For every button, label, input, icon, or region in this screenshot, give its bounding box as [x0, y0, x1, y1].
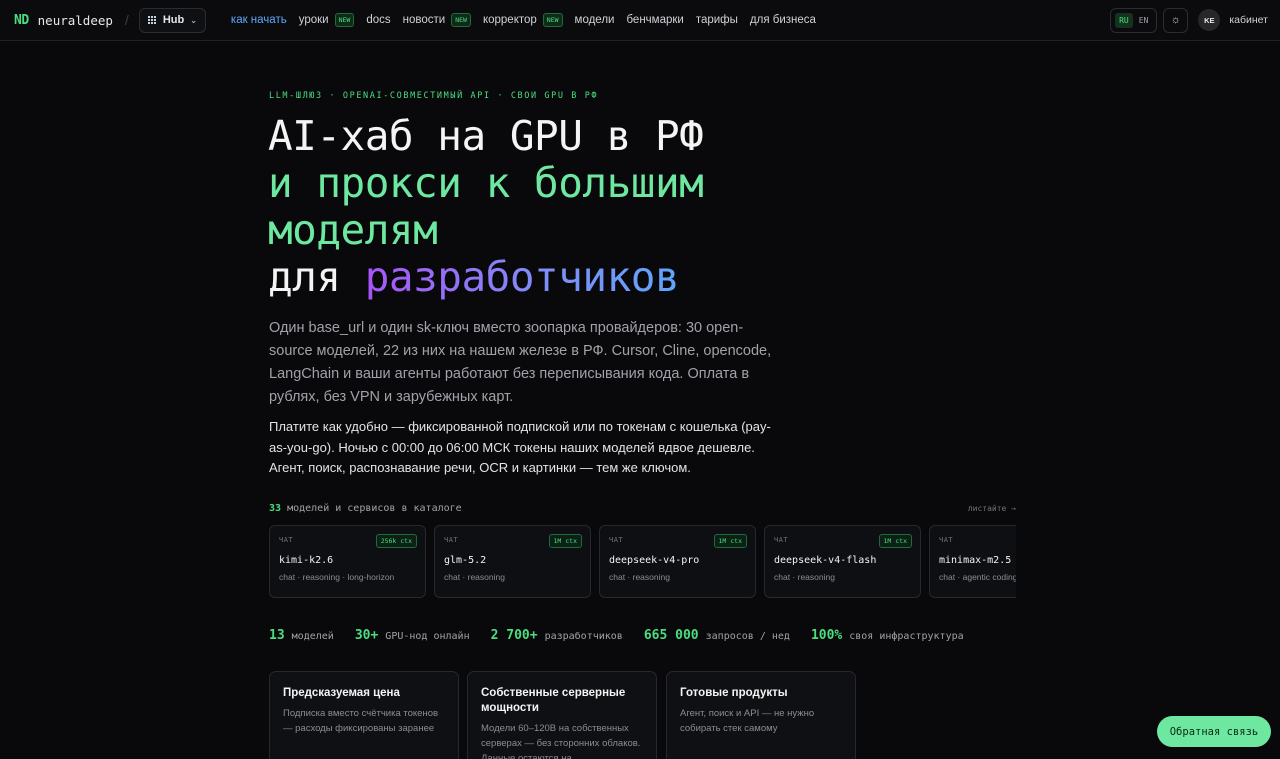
model-kind: ЧАТ — [939, 536, 954, 544]
nav-link-docs[interactable]: docs — [366, 14, 390, 26]
context-badge: 1M ctx — [878, 534, 912, 548]
model-tags: chat · reasoning — [774, 572, 835, 582]
model-tags: chat · reasoning — [609, 572, 670, 582]
feature-title: Готовые продукты — [680, 687, 788, 699]
feature-title: Собственные серверные мощности — [481, 687, 626, 714]
feature-text: Модели 60–120B на собственных серверах —… — [481, 723, 641, 759]
nav-link-news[interactable]: новости NEW — [403, 12, 471, 28]
new-badge: NEW — [334, 12, 355, 28]
main-menu: как начать уроки NEW docs новости NEW корр… — [231, 12, 816, 28]
logo-mark[interactable]: ND — [14, 13, 29, 28]
stat-item: 2 700+ разработчиков — [490, 628, 623, 643]
feature-card: Собственные серверные мощности Модели 60… — [467, 671, 657, 759]
hero-title-line4: для разработчиков — [268, 253, 680, 301]
feature-title: Предсказуемая цена — [283, 687, 400, 699]
catalog-title: 33 моделей и сервисов в каталоге — [269, 503, 462, 514]
nav-link-benchmarks[interactable]: бенчмарки — [626, 14, 683, 26]
model-card[interactable]: ЧАТ 256k ctx kimi-k2.6 chat · reasoning … — [269, 525, 426, 598]
context-badge: 1M ctx — [548, 534, 582, 548]
model-tags: chat · reasoning · long-horizon — [279, 572, 395, 582]
feature-card: Предсказуемая цена Подписка вместо счётч… — [269, 671, 459, 759]
cabinet-link[interactable]: кабинет — [1229, 14, 1268, 26]
nav-link-models[interactable]: модели — [575, 14, 615, 26]
nav-link-lessons[interactable]: уроки NEW — [299, 12, 355, 28]
hero-title: AI-хаб на GPU в РФ и прокси к большим мо… — [268, 112, 704, 301]
nav-right: RU EN ☼ KE кабинет — [1110, 7, 1268, 33]
feature-text: Агент, поиск и API — не нужно собирать с… — [680, 708, 815, 734]
hero-title-line3: моделям — [268, 206, 438, 254]
stats-row: 13 моделей 30+ GPU-нод онлайн 2 700+ разраб… — [269, 628, 985, 643]
lang-en-button[interactable]: EN — [1135, 13, 1153, 28]
model-tags: chat · agentic coding — [939, 572, 1016, 582]
model-carousel[interactable]: ЧАТ 256k ctx kimi-k2.6 chat · reasoning … — [269, 525, 1016, 598]
grid-icon — [147, 15, 157, 25]
logo-text[interactable]: neuraldeep — [38, 13, 113, 28]
model-card[interactable]: ЧАТ 1M ctx deepseek-v4-flash chat · reas… — [764, 525, 921, 598]
hero-title-line2: и прокси к большим — [268, 159, 704, 207]
nav-link-getting-started[interactable]: как начать — [231, 14, 287, 26]
hero-title-gradient: разработчиков — [364, 253, 680, 301]
model-card[interactable]: ЧАТ 1M ctx glm-5.2 chat · reasoning — [434, 525, 591, 598]
stat-item: 30+ GPU-нод онлайн — [354, 628, 470, 643]
context-badge: 1M ctx — [713, 534, 747, 548]
hero-eyebrow: LLM-ШЛЮЗ · OPENAI-СОВМЕСТИМЫЙ API · СВОИ… — [269, 91, 599, 101]
theme-toggle-icon[interactable]: ☼ — [1163, 7, 1189, 33]
stat-item: 100% своя инфраструктура — [810, 628, 964, 643]
feature-text: Подписка вместо счётчика токенов — расхо… — [283, 708, 439, 734]
model-name: deepseek-v4-flash — [774, 555, 877, 566]
model-name: glm-5.2 — [444, 555, 487, 566]
hub-dropdown[interactable]: Hub ⌄ — [138, 7, 206, 33]
language-switch: RU EN — [1110, 7, 1158, 33]
model-card[interactable]: ЧАТ minimax-m2.5 chat · agentic coding — [929, 525, 1016, 598]
model-name: minimax-m2.5 — [939, 555, 1012, 566]
hero-lead: Один base_url и один sk-ключ вместо зооп… — [269, 320, 772, 405]
model-name: kimi-k2.6 — [279, 555, 334, 566]
stat-item: 13 моделей — [269, 628, 334, 643]
hero-lead-secondary: Платите как удобно — фиксированной подпи… — [269, 419, 771, 475]
new-badge: NEW — [451, 12, 471, 28]
context-badge: 256k ctx — [375, 534, 417, 548]
hub-label: Hub — [162, 14, 185, 26]
hero-title-line1: AI-хаб на GPU в РФ — [268, 112, 704, 160]
avatar[interactable]: KE — [1198, 9, 1221, 31]
catalog-swipe-hint: листайте → — [967, 504, 1016, 513]
catalog-header: 33 моделей и сервисов в каталоге листайт… — [269, 503, 1016, 514]
new-badge: NEW — [542, 12, 563, 28]
model-card[interactable]: ЧАТ 1M ctx deepseek-v4-pro chat · reason… — [599, 525, 756, 598]
feature-card: Готовые продукты Агент, поиск и API — не… — [666, 671, 856, 759]
feedback-button[interactable]: Обратная связь — [1157, 716, 1271, 747]
nav-link-business[interactable]: для бизнеса — [750, 14, 816, 26]
lang-ru-button[interactable]: RU — [1115, 12, 1133, 28]
nav-link-pricing[interactable]: тарифы — [696, 14, 738, 26]
nav-separator: / — [124, 12, 129, 28]
model-tags: chat · reasoning — [444, 572, 505, 582]
top-nav: ND neuraldeep / Hub ⌄ как начать уроки NE… — [0, 0, 1280, 41]
chevron-down-icon: ⌄ — [190, 15, 197, 25]
stat-item: 665 000 запросов / нед — [643, 628, 790, 643]
model-name: deepseek-v4-pro — [609, 555, 700, 566]
nav-link-corrector[interactable]: корректор NEW — [483, 12, 563, 28]
